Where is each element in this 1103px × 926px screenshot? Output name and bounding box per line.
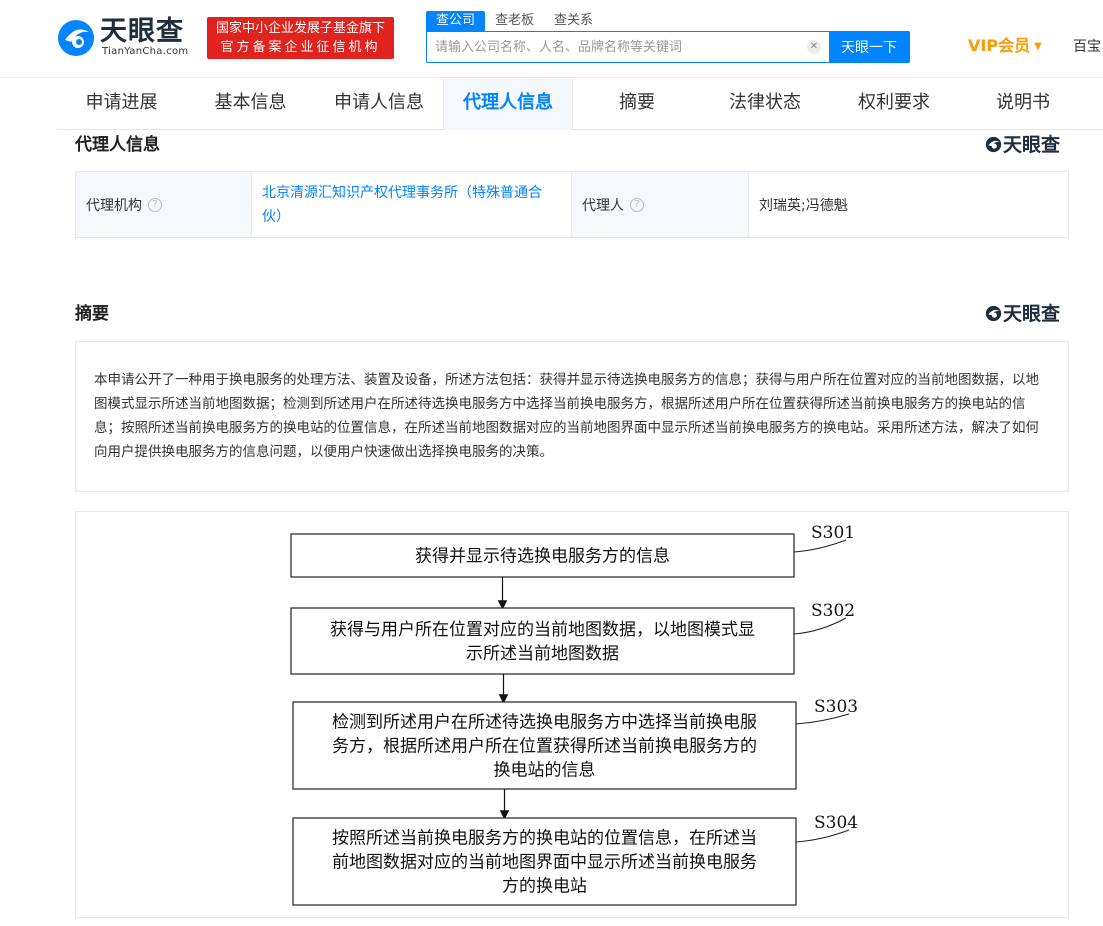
agent-label-cell: 代理人 ? xyxy=(572,172,749,237)
banner-line-2: 官方备案企业征信机构 xyxy=(220,40,381,55)
tab-applicant-info[interactable]: 申请人信息 xyxy=(315,79,443,130)
flow-step-label: S302 xyxy=(811,601,855,621)
caret-down-icon: ▼ xyxy=(1034,40,1042,52)
flow-step-label: S304 xyxy=(814,813,858,833)
vip-label: VIP会员 xyxy=(968,36,1031,55)
tianyancha-logo-icon xyxy=(58,20,94,56)
flow-step-text: 获得与用户所在位置对应的当前地图数据，以地图模式显 xyxy=(330,620,755,640)
abstract-figure: 获得并显示待选换电服务方的信息 S301 获得与用户所在位置对应的当前地图数据，以地… xyxy=(75,511,1069,918)
tianyancha-small-icon xyxy=(985,136,1002,153)
logo-text: 天眼查 xyxy=(100,16,184,47)
help-icon[interactable]: ? xyxy=(630,197,644,212)
search-tab-relation[interactable]: 查关系 xyxy=(544,11,603,31)
search-tab-company[interactable]: 查公司 xyxy=(426,11,486,31)
agency-label-cell: 代理机构 ? xyxy=(76,172,252,237)
clear-icon[interactable]: ✕ xyxy=(807,40,821,54)
abstract-section-title: 摘要 xyxy=(75,304,109,324)
banner-line-1: 国家中小企业发展子基金旗下 xyxy=(215,21,385,36)
agent-info-table: 代理机构 ? 北京清源汇知识产权代理事务所（特殊普通合伙） 代理人 ? 刘瑞英;… xyxy=(75,171,1069,238)
search-input[interactable] xyxy=(427,32,817,62)
flow-step-text: 务方，根据所述用户所在位置获得所述当前换电服务方的 xyxy=(332,737,757,757)
search-button[interactable]: 天眼一下 xyxy=(829,32,909,62)
agent-label: 代理人 xyxy=(582,197,624,214)
abstract-text: 本申请公开了一种用于换电服务的处理方法、装置及设备，所述方法包括：获得并显示待选… xyxy=(75,341,1069,492)
flow-step-text: 按照所述当前换电服务方的换电站的位置信息，在所述当 xyxy=(332,829,757,849)
flow-step-label: S303 xyxy=(814,697,858,717)
site-logo[interactable]: 天眼查 TianYanCha.com xyxy=(56,16,196,60)
flow-step-text: 方的换电站 xyxy=(502,877,587,897)
flow-step-text: 前地图数据对应的当前地图界面中显示所述当前换电服务 xyxy=(332,853,757,873)
flowchart: 获得并显示待选换电服务方的信息 S301 获得与用户所在位置对应的当前地图数据，以地… xyxy=(290,523,858,906)
flow-step-text: 示所述当前地图数据 xyxy=(466,644,619,664)
agent-value-cell: 刘瑞英;冯德魁 xyxy=(749,172,1068,237)
tab-description[interactable]: 说明书 xyxy=(959,79,1087,130)
vip-member-menu[interactable]: VIP会员 ▼ xyxy=(968,36,1042,57)
header-more-link[interactable]: 百宝 xyxy=(1073,37,1101,57)
abstract-section-brand: 天眼查 xyxy=(985,302,1060,326)
search-tab-boss[interactable]: 查老板 xyxy=(485,11,544,31)
tianyancha-small-icon xyxy=(985,305,1002,322)
flow-step-text: 检测到所述用户在所述待选换电服务方中选择当前换电服 xyxy=(332,713,757,733)
tab-abstract[interactable]: 摘要 xyxy=(573,79,701,130)
agency-label: 代理机构 xyxy=(86,197,142,214)
logo-subtitle: TianYanCha.com xyxy=(102,46,189,57)
search-box: ✕ 天眼一下 xyxy=(426,31,910,63)
agency-link[interactable]: 北京清源汇知识产权代理事务所（特殊普通合伙） xyxy=(262,181,561,229)
flow-step-text: 换电站的信息 xyxy=(494,761,596,781)
agency-value-cell: 北京清源汇知识产权代理事务所（特殊普通合伙） xyxy=(252,172,572,237)
tab-application-progress[interactable]: 申请进展 xyxy=(57,79,186,130)
flow-step-box xyxy=(290,607,795,675)
tab-claims[interactable]: 权利要求 xyxy=(829,79,959,130)
certification-banner: 国家中小企业发展子基金旗下 官方备案企业征信机构 xyxy=(207,17,394,59)
agent-section-title: 代理人信息 xyxy=(75,135,160,155)
tab-agent-info[interactable]: 代理人信息 xyxy=(443,79,573,130)
flow-step-text: 获得并显示待选换电服务方的信息 xyxy=(415,547,670,567)
top-header: 天眼查 TianYanCha.com 国家中小企业发展子基金旗下 官方备案企业征… xyxy=(0,0,1103,78)
agent-value: 刘瑞英;冯德魁 xyxy=(759,197,848,214)
detail-nav-tabs: 申请进展 基本信息 申请人信息 代理人信息 摘要 法律状态 权利要求 说明书 xyxy=(57,79,1103,130)
brand-text: 天眼查 xyxy=(1003,303,1061,325)
flow-step-label: S301 xyxy=(811,523,855,543)
agent-section-brand: 天眼查 xyxy=(985,133,1060,157)
help-icon[interactable]: ? xyxy=(148,197,162,212)
tab-legal-status[interactable]: 法律状态 xyxy=(701,79,829,130)
brand-text: 天眼查 xyxy=(1003,134,1061,156)
search-type-tabs: 查公司 查老板 查关系 xyxy=(426,11,603,31)
tab-basic-info[interactable]: 基本信息 xyxy=(186,79,315,130)
